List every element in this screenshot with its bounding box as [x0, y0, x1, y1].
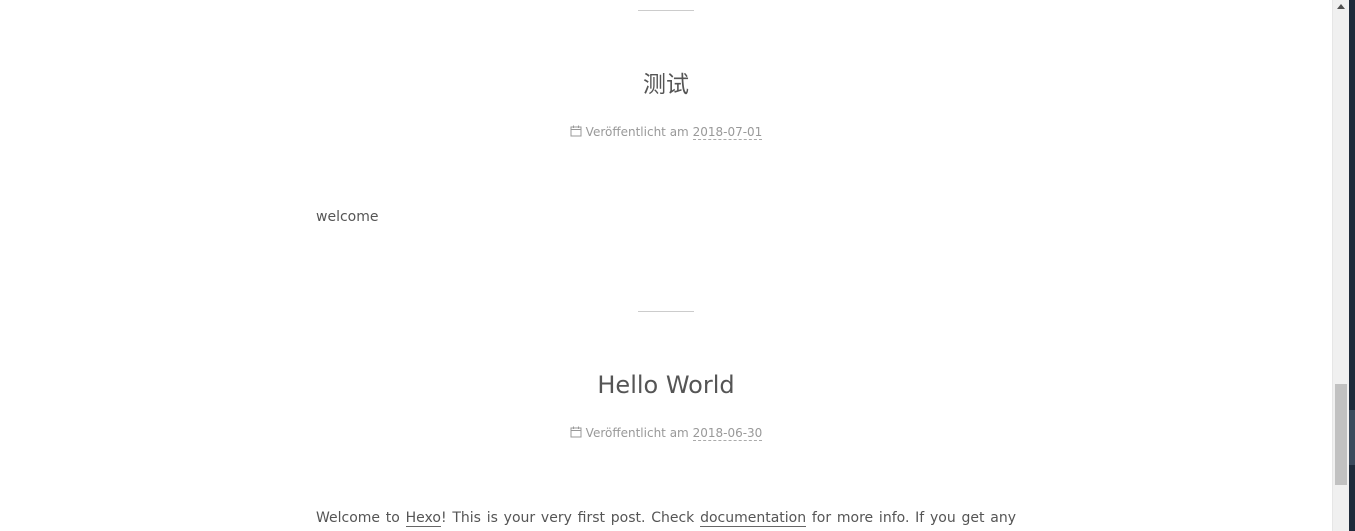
post-date: 2018-07-01: [692, 125, 763, 140]
post-meta: Veröffentlicht am 2018-07-01: [0, 123, 1332, 141]
body-text: ! This is your very first post. Check: [440, 510, 701, 526]
documentation-link[interactable]: documentation: [700, 510, 807, 527]
post-divider: [638, 10, 694, 11]
post-divider: [638, 311, 694, 312]
post-body: welcome: [316, 209, 379, 225]
post-body: Welcome to Hexo! This is your very first…: [316, 508, 1016, 528]
post-date: 2018-06-30: [692, 426, 763, 441]
body-text: Welcome to: [316, 510, 406, 526]
post-title-link[interactable]: Hello World: [0, 369, 1332, 401]
hexo-link[interactable]: Hexo: [405, 510, 441, 527]
arrow-up-icon[interactable]: [1337, 4, 1345, 9]
window-edge-tab: [1349, 410, 1355, 465]
post-meta: Veröffentlicht am 2018-06-30: [0, 424, 1332, 442]
body-text: for more info. If you get any: [806, 510, 1016, 526]
vertical-scrollbar[interactable]: [1332, 0, 1350, 531]
post-title-link[interactable]: 测试: [0, 69, 1332, 101]
scrollbar-thumb[interactable]: [1335, 384, 1347, 485]
calendar-icon: [570, 426, 582, 438]
post-meta-label: Veröffentlicht am: [585, 125, 689, 139]
page-content: 测试 Veröffentlicht am 2018-07-01 welcome …: [0, 0, 1332, 531]
post-meta-label: Veröffentlicht am: [585, 426, 689, 440]
window-edge: [1349, 0, 1355, 531]
browser-viewport: 测试 Veröffentlicht am 2018-07-01 welcome …: [0, 0, 1355, 531]
calendar-icon: [570, 125, 582, 137]
